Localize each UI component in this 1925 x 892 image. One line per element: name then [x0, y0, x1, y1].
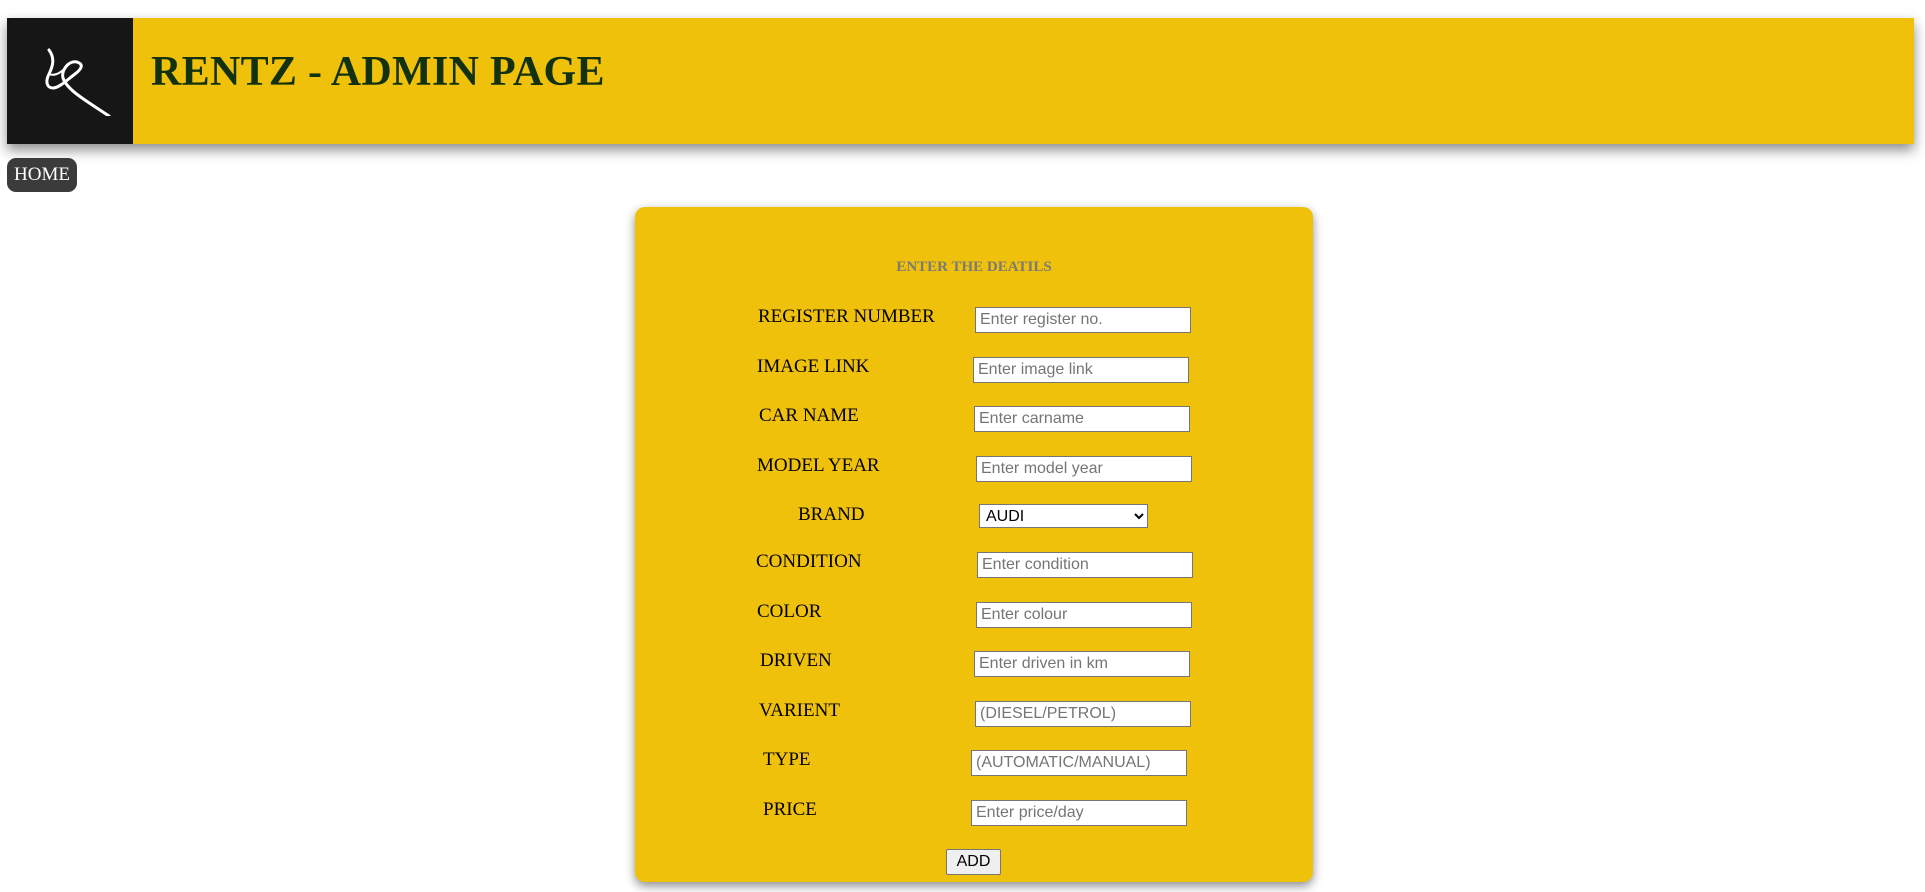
page-header: RENTZ - ADMIN PAGE — [7, 18, 1914, 144]
type-label: TYPE — [763, 749, 811, 770]
car-name-label: CAR NAME — [759, 405, 859, 426]
varient-label: VARIENT — [759, 700, 840, 721]
logo — [7, 18, 133, 144]
brand-select[interactable]: AUDI — [979, 504, 1148, 528]
form-row-type: TYPE — [635, 749, 1313, 779]
register-number-input[interactable] — [975, 307, 1191, 333]
form-row-brand: BRAND AUDI — [635, 504, 1313, 534]
condition-input[interactable] — [977, 552, 1193, 578]
form-row-car-name: CAR NAME — [635, 405, 1313, 435]
page-title: RENTZ - ADMIN PAGE — [151, 49, 605, 95]
form-heading: ENTER THE DEATILS — [896, 259, 1052, 275]
model-year-input[interactable] — [976, 456, 1192, 482]
add-car-form: ENTER THE DEATILS REGISTER NUMBER IMAGE … — [635, 207, 1313, 882]
varient-input[interactable] — [975, 701, 1191, 727]
rentz-logo-icon — [45, 48, 111, 116]
condition-label: CONDITION — [756, 551, 862, 572]
image-link-input[interactable] — [973, 357, 1189, 383]
car-name-input[interactable] — [974, 406, 1190, 432]
form-row-condition: CONDITION — [635, 551, 1313, 581]
form-row-color: COLOR — [635, 601, 1313, 631]
register-number-label: REGISTER NUMBER — [758, 306, 935, 327]
form-row-image-link: IMAGE LINK — [635, 356, 1313, 386]
brand-label: BRAND — [798, 504, 865, 525]
image-link-label: IMAGE LINK — [757, 356, 870, 377]
form-row-model-year: MODEL YEAR — [635, 455, 1313, 485]
price-label: PRICE — [763, 799, 817, 820]
driven-input[interactable] — [974, 651, 1190, 677]
add-button[interactable]: ADD — [946, 849, 1001, 875]
form-row-driven: DRIVEN — [635, 650, 1313, 680]
type-input[interactable] — [971, 750, 1187, 776]
form-row-price: PRICE — [635, 799, 1313, 829]
driven-label: DRIVEN — [760, 650, 832, 671]
price-input[interactable] — [971, 800, 1187, 826]
color-input[interactable] — [976, 602, 1192, 628]
form-row-register-number: REGISTER NUMBER — [635, 306, 1313, 336]
model-year-label: MODEL YEAR — [757, 455, 880, 476]
color-label: COLOR — [757, 601, 822, 622]
form-row-varient: VARIENT — [635, 700, 1313, 730]
home-button[interactable]: HOME — [7, 158, 77, 192]
